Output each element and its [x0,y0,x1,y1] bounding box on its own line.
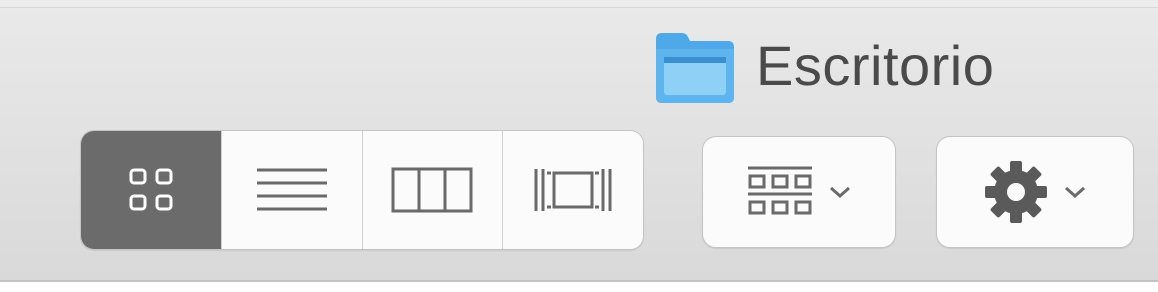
arrange-grid-icon [748,166,812,215]
window-title: Escritorio [652,20,994,110]
list-view-button[interactable] [220,131,362,249]
cover-flow-icon [534,169,612,211]
icon-view-button[interactable] [81,131,221,249]
arrange-menu-button[interactable] [702,136,896,248]
grid-icon [129,168,173,211]
chevron-down-icon [1065,186,1085,199]
chevron-down-icon [830,186,850,199]
list-icon [256,168,327,211]
folder-icon [656,33,734,103]
action-menu-button[interactable] [936,136,1134,248]
window-content-edge [0,282,1158,292]
cover-flow-view-button[interactable] [502,131,643,249]
gear-icon [985,161,1047,223]
view-mode-segmented-control [80,130,644,250]
window-title-text: Escritorio [756,33,995,97]
columns-icon [391,167,473,213]
column-view-button[interactable] [361,131,503,249]
window-top-edge [0,0,1158,8]
